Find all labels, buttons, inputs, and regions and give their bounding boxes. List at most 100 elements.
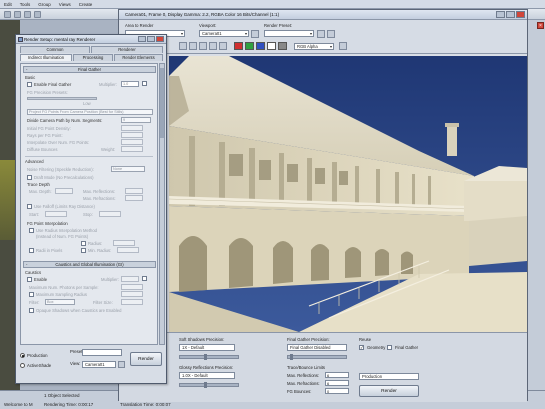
- production-select[interactable]: Production: [359, 373, 419, 380]
- fg-precision-slider[interactable]: [27, 97, 97, 100]
- maximum-sampling-radius-input[interactable]: [121, 291, 143, 297]
- render-button[interactable]: Render: [359, 385, 419, 397]
- max-reflections-input[interactable]: [125, 188, 143, 194]
- render-button[interactable]: Render: [130, 352, 162, 366]
- project-fg-points-select[interactable]: Project FG Points From Camera Position (…: [27, 109, 153, 115]
- print-image-icon[interactable]: [209, 42, 217, 50]
- minimize-icon[interactable]: [496, 11, 505, 18]
- channel-select[interactable]: RGB Alpha: [294, 43, 334, 50]
- toolbar-select-icon[interactable]: [34, 11, 41, 18]
- save-image-icon[interactable]: [179, 42, 187, 50]
- menu-views[interactable]: Views: [59, 2, 71, 7]
- radius-checkbox[interactable]: [81, 241, 86, 246]
- min-radius-label: Min. Radius:: [88, 248, 112, 253]
- final-gather-slider[interactable]: [287, 354, 347, 360]
- toolbar-link-icon[interactable]: [24, 11, 31, 18]
- copy-image-icon[interactable]: [189, 42, 197, 50]
- menu-edit[interactable]: Edit: [4, 2, 12, 7]
- glossy-reflections-slider[interactable]: [179, 382, 239, 388]
- maximize-icon[interactable]: [506, 11, 515, 18]
- clone-window-icon[interactable]: [199, 42, 207, 50]
- close-icon[interactable]: [156, 36, 164, 42]
- interpolate-over-input[interactable]: [121, 139, 143, 145]
- tab-render-elements[interactable]: Render Elements: [114, 54, 163, 61]
- radii-in-pixels-checkbox[interactable]: [29, 248, 34, 253]
- green-channel-icon[interactable]: [245, 42, 254, 50]
- multiplier-color-swatch[interactable]: [142, 81, 147, 86]
- scrollbar-thumb[interactable]: [160, 68, 164, 138]
- draft-mode-checkbox[interactable]: [27, 175, 32, 180]
- enable-final-gather-checkbox[interactable]: [27, 82, 32, 87]
- menu-group[interactable]: Group: [38, 2, 51, 7]
- min-radius-input[interactable]: [117, 247, 139, 253]
- maximize-icon[interactable]: [147, 36, 155, 42]
- minimize-icon[interactable]: [138, 36, 146, 42]
- monochrome-icon[interactable]: [278, 42, 287, 50]
- opaque-shadows-checkbox[interactable]: [29, 308, 34, 313]
- color-picker-icon[interactable]: [339, 42, 347, 50]
- environment-icon[interactable]: [327, 30, 335, 38]
- final-gather-select[interactable]: Final Gather Disabled: [287, 344, 347, 351]
- reuse-geometry-checkbox[interactable]: ✓: [359, 345, 364, 350]
- tab-indirect-illumination[interactable]: Indirect Illumination: [20, 54, 72, 61]
- clear-image-icon[interactable]: [219, 42, 227, 50]
- use-falloff-checkbox[interactable]: [27, 204, 32, 209]
- soft-shadows-select[interactable]: 1X - Default: [179, 344, 235, 351]
- toolbar-redo-icon[interactable]: [14, 11, 21, 18]
- viewport-select[interactable]: Camera01: [199, 30, 249, 37]
- max-depth-input[interactable]: [55, 188, 73, 194]
- alpha-channel-icon[interactable]: [267, 42, 276, 50]
- max-reflections-spinner[interactable]: 6: [325, 372, 349, 378]
- use-radius-interpolation-checkbox[interactable]: [29, 228, 34, 233]
- menu-tools[interactable]: Tools: [20, 2, 31, 7]
- glossy-reflections-select[interactable]: 1.0X - Default: [179, 372, 235, 379]
- fg-bounces-spinner[interactable]: 0: [325, 388, 349, 394]
- caustics-group-label: Caustics: [25, 270, 42, 275]
- falloff-stop-input[interactable]: [99, 211, 121, 217]
- caustics-gi-rollout[interactable]: - Caustics and Global Illumination (GI): [23, 261, 156, 268]
- view-select[interactable]: Camera01: [82, 361, 116, 368]
- slider-knob[interactable]: [204, 382, 207, 388]
- activeshade-radio[interactable]: [20, 363, 25, 368]
- panel-scrollbar[interactable]: [159, 63, 165, 345]
- production-radio[interactable]: [20, 353, 25, 358]
- caustics-multiplier-input[interactable]: [121, 276, 139, 282]
- segments-select[interactable]: 9: [121, 117, 151, 123]
- menu-create[interactable]: Create: [79, 2, 93, 7]
- close-icon[interactable]: [516, 11, 525, 18]
- max-refractions-spinner[interactable]: 6: [325, 380, 349, 386]
- filter-size-input[interactable]: [121, 299, 143, 305]
- toolbar-undo-icon[interactable]: [4, 11, 11, 18]
- lock-icon[interactable]: [251, 30, 259, 38]
- multiplier-input[interactable]: 1.0: [121, 81, 139, 87]
- max-refractions-input[interactable]: [125, 195, 143, 201]
- weight-input[interactable]: [121, 146, 143, 152]
- slider-knob[interactable]: [290, 354, 293, 360]
- soft-shadows-slider[interactable]: [179, 354, 239, 360]
- caustics-color-swatch[interactable]: [142, 276, 147, 281]
- preset-select[interactable]: [82, 349, 122, 356]
- radius-input[interactable]: [113, 240, 135, 246]
- tab-common[interactable]: Common: [20, 46, 90, 53]
- lock-view-icon[interactable]: [118, 361, 125, 368]
- initial-fg-density-input[interactable]: [121, 125, 143, 131]
- tab-renderer[interactable]: Renderer: [91, 46, 163, 53]
- noise-filtering-select[interactable]: None: [111, 166, 145, 172]
- final-gather-rollout[interactable]: - Final Gather: [23, 66, 156, 73]
- render-preset-select[interactable]: [264, 30, 314, 37]
- use-radius-interpolation-label: Use Radius Interpolation Method: [36, 228, 97, 233]
- reuse-final-gather-checkbox[interactable]: [387, 345, 392, 350]
- enable-caustics-checkbox[interactable]: [27, 277, 32, 282]
- slider-knob[interactable]: [204, 354, 207, 360]
- filter-select[interactable]: Box: [45, 299, 75, 305]
- blue-channel-icon[interactable]: [256, 42, 265, 50]
- red-channel-icon[interactable]: [234, 42, 243, 50]
- close-icon[interactable]: ×: [537, 22, 544, 29]
- maximum-num-photons-input[interactable]: [121, 284, 143, 290]
- maximum-sampling-radius-checkbox[interactable]: [29, 292, 34, 297]
- min-radius-checkbox[interactable]: [81, 248, 86, 253]
- tab-processing[interactable]: Processing: [73, 54, 113, 61]
- falloff-start-input[interactable]: [45, 211, 67, 217]
- rays-per-fg-point-input[interactable]: [121, 132, 143, 138]
- render-setup-icon[interactable]: [317, 30, 325, 38]
